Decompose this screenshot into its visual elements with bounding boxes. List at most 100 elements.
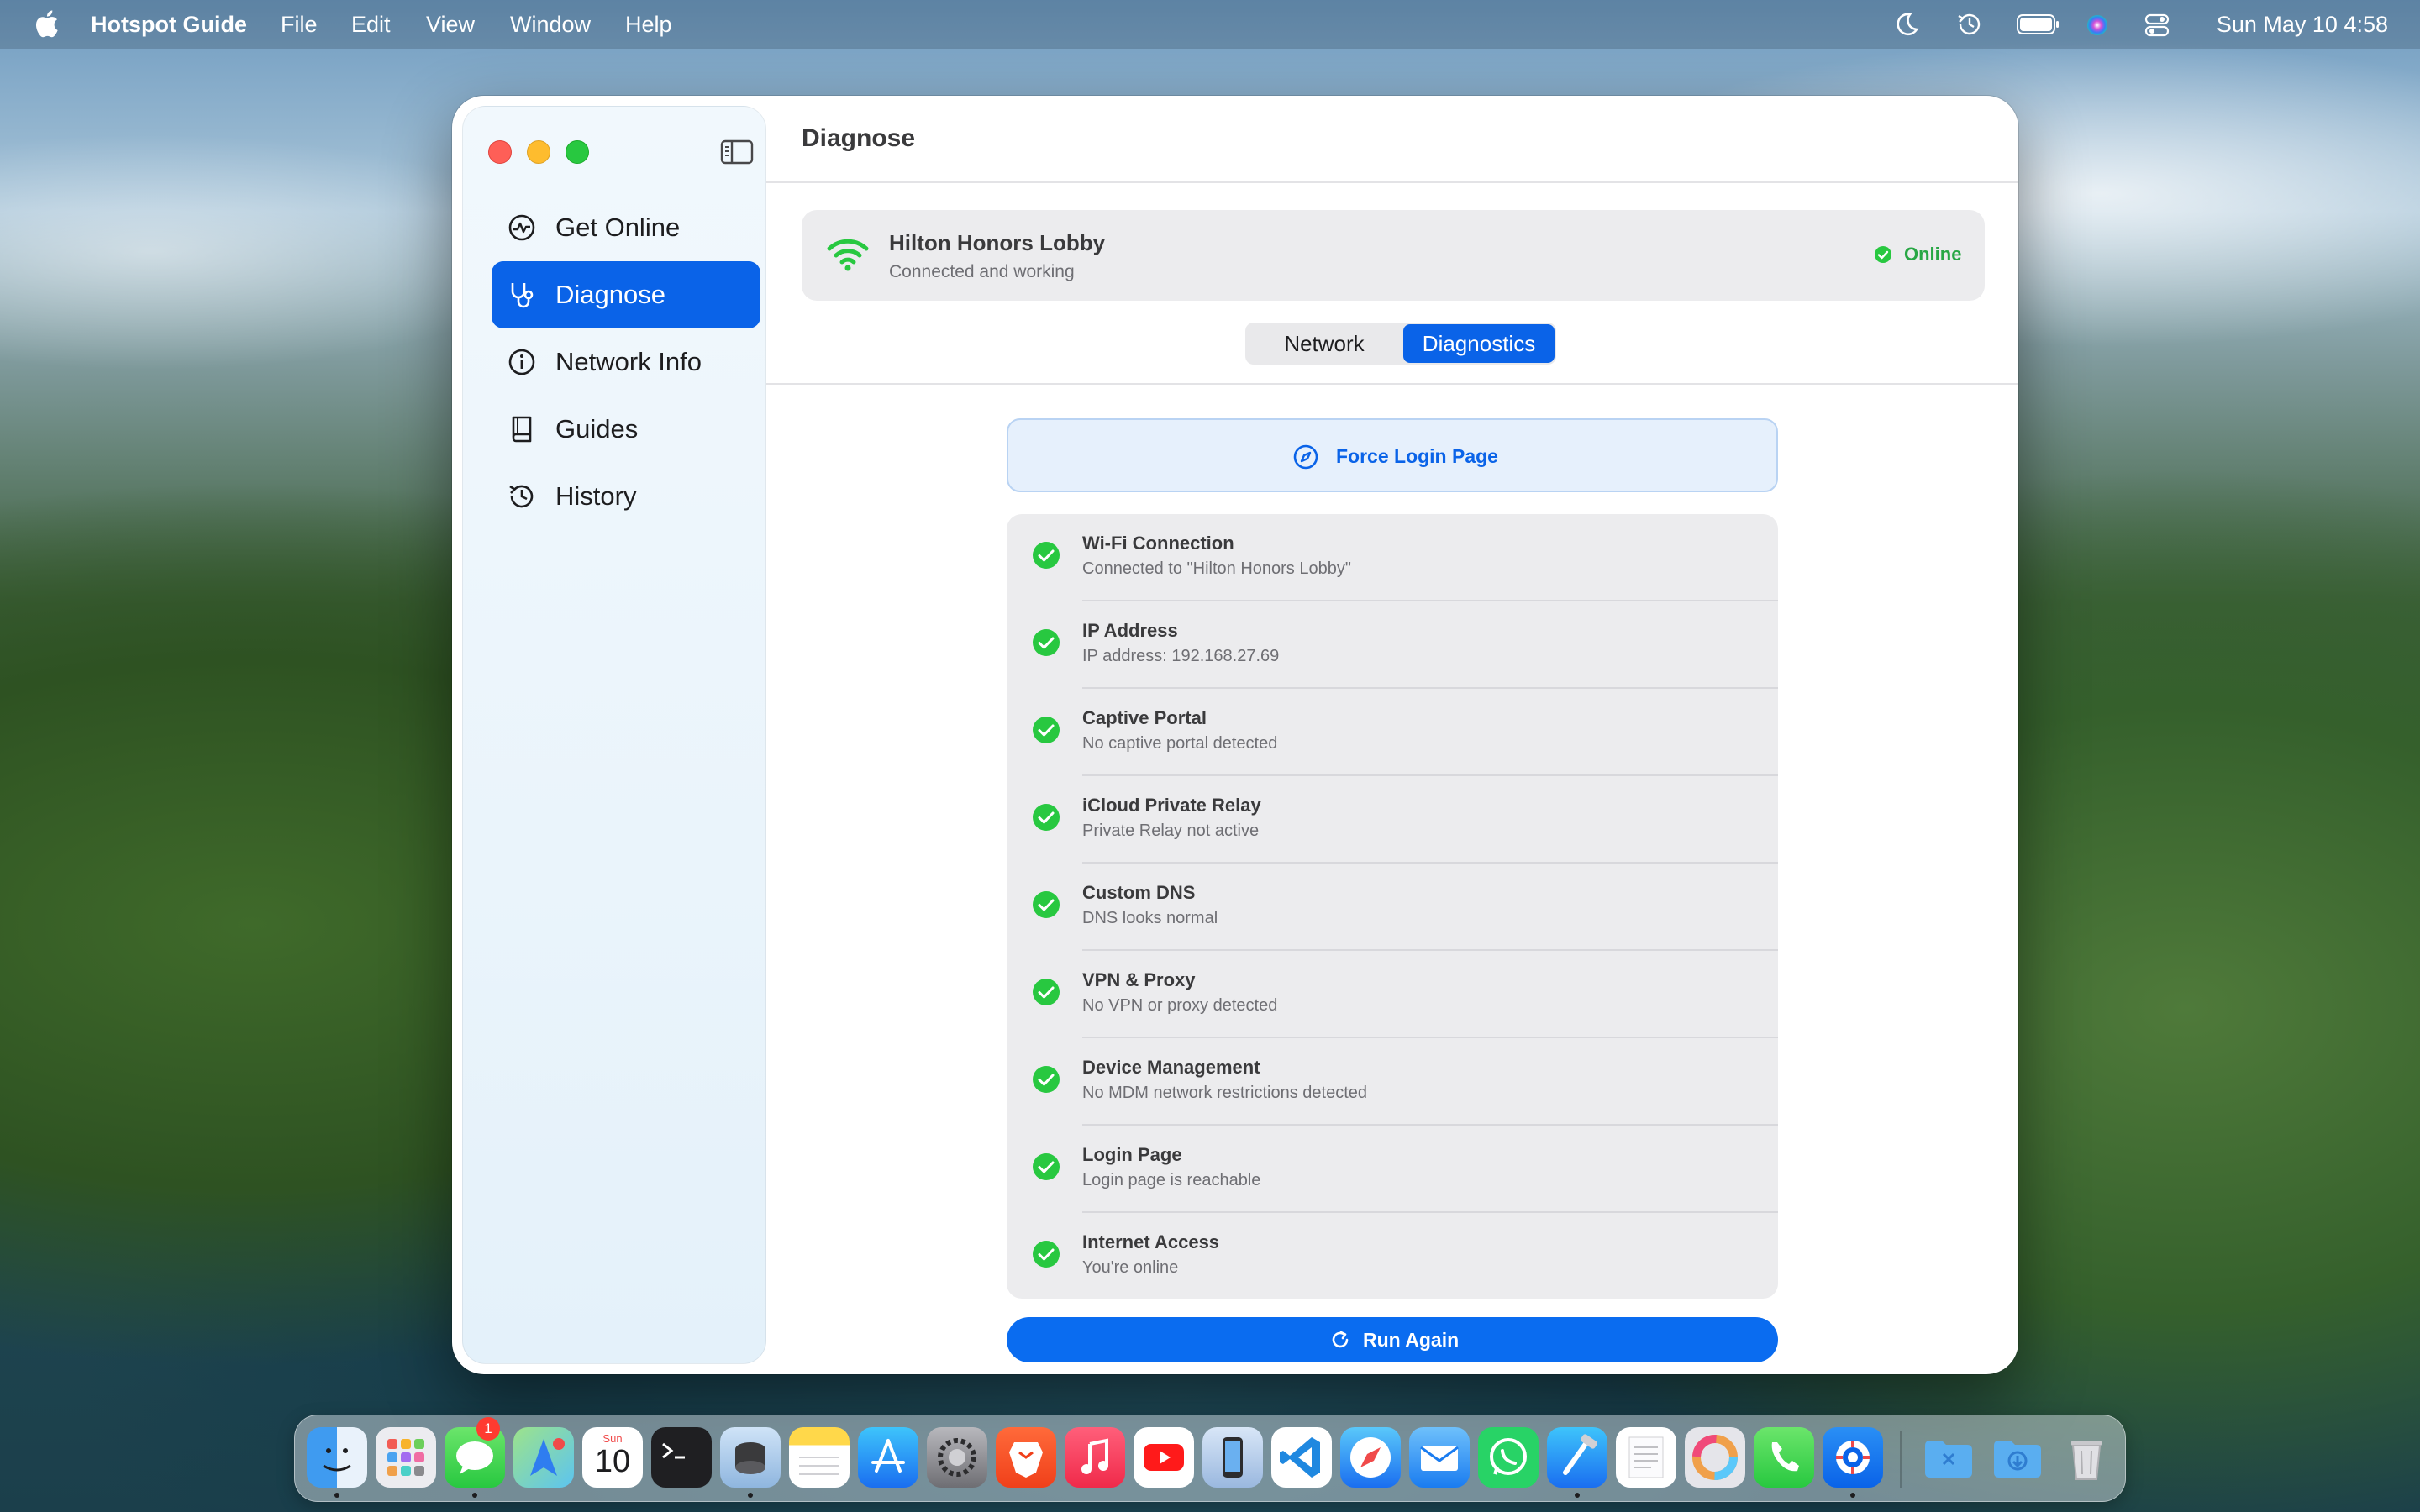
whatsapp-icon[interactable] <box>1478 1427 1539 1488</box>
menu-file[interactable]: File <box>281 12 318 38</box>
list-item: iCloud Private Relay Private Relay not a… <box>1007 776 1778 864</box>
run-again-button[interactable]: Run Again <box>1007 1317 1778 1362</box>
textedit-icon[interactable] <box>1616 1427 1676 1488</box>
terminal-icon[interactable] <box>651 1427 712 1488</box>
running-indicator <box>748 1493 753 1498</box>
check-detail: No captive portal detected <box>1082 734 1278 753</box>
check-circle-icon <box>1033 629 1060 656</box>
menu-bar: Hotspot Guide File Edit View Window Help… <box>0 0 2420 49</box>
notes-icon[interactable] <box>789 1427 850 1488</box>
brave-icon[interactable] <box>996 1427 1056 1488</box>
app-name-menu[interactable]: Hotspot Guide <box>91 12 247 38</box>
window-zoom-button[interactable] <box>566 140 589 164</box>
sidebar-item-network-info[interactable]: Network Info <box>492 328 760 396</box>
book-icon <box>512 416 532 443</box>
calendar-month: Sun <box>602 1432 623 1445</box>
moon-icon[interactable] <box>1894 12 1919 37</box>
mail-icon[interactable] <box>1409 1427 1470 1488</box>
list-item: Captive Portal No captive portal detecte… <box>1007 689 1778 776</box>
check-detail: DNS looks normal <box>1082 909 1218 927</box>
online-check-icon <box>1875 246 1891 263</box>
check-circle-icon <box>1033 1153 1060 1180</box>
tab-diagnostics[interactable]: Diagnostics <box>1403 324 1555 363</box>
siri-icon[interactable] <box>2086 13 2109 37</box>
check-circle-icon <box>1033 542 1060 569</box>
app-window: Get Online Diagnose Network Info Guides … <box>452 96 2018 1374</box>
list-item: VPN & Proxy No VPN or proxy detected <box>1007 951 1778 1038</box>
check-title: Custom DNS <box>1082 882 1196 903</box>
check-title: IP Address <box>1082 620 1178 641</box>
check-title: Device Management <box>1082 1057 1260 1078</box>
check-detail: No MDM network restrictions detected <box>1082 1084 1368 1102</box>
battery-icon[interactable] <box>2017 14 2060 34</box>
control-center-icon[interactable] <box>2144 13 2170 38</box>
music-icon[interactable] <box>1065 1427 1125 1488</box>
tabs-divider <box>766 383 2018 385</box>
check-circle-icon <box>1033 717 1060 743</box>
check-circle-icon <box>1033 891 1060 918</box>
window-close-button[interactable] <box>488 140 512 164</box>
phone-icon[interactable] <box>1754 1427 1814 1488</box>
time-machine-icon[interactable] <box>1956 12 1983 37</box>
list-item: Internet Access You're online <box>1007 1213 1778 1299</box>
messages-badge: 1 <box>476 1417 500 1441</box>
page-title: Diagnose <box>802 124 916 152</box>
sidebar-toggle-icon[interactable] <box>720 139 754 165</box>
maps-icon[interactable] <box>513 1427 574 1488</box>
window-minimize-button[interactable] <box>527 140 550 164</box>
menu-help[interactable]: Help <box>625 12 672 38</box>
check-circle-icon <box>1033 804 1060 831</box>
dock-divider <box>1900 1431 1902 1488</box>
sidebar-item-label: Get Online <box>555 213 681 242</box>
check-circle-icon <box>1033 1241 1060 1268</box>
check-circle-icon <box>1033 1066 1060 1093</box>
menu-bar-clock[interactable]: Sun May 10 4:58 <box>2217 12 2388 38</box>
check-detail: IP address: 192.168.27.69 <box>1082 647 1280 665</box>
sidebar-item-label: History <box>555 481 637 511</box>
simulator-icon[interactable] <box>1202 1427 1263 1488</box>
sidebar-item-guides[interactable]: Guides <box>492 396 760 463</box>
safari-icon[interactable] <box>1340 1427 1401 1488</box>
running-indicator <box>1850 1493 1855 1498</box>
check-detail: Private Relay not active <box>1082 822 1260 840</box>
check-title: Login Page <box>1082 1144 1182 1165</box>
folder-icon[interactable] <box>1918 1427 1979 1488</box>
tab-network[interactable]: Network <box>1249 324 1400 363</box>
check-detail: No VPN or proxy detected <box>1082 996 1278 1015</box>
apple-menu-icon[interactable] <box>34 8 59 39</box>
color-picker-icon[interactable] <box>1685 1427 1745 1488</box>
system-settings-icon[interactable] <box>927 1427 987 1488</box>
finder-icon[interactable] <box>307 1427 367 1488</box>
menu-edit[interactable]: Edit <box>351 12 391 38</box>
app-store-icon[interactable] <box>858 1427 918 1488</box>
trash-icon[interactable] <box>2056 1427 2117 1488</box>
youtube-icon[interactable] <box>1134 1427 1194 1488</box>
sidebar-item-diagnose[interactable]: Diagnose <box>492 261 760 328</box>
force-login-page-button[interactable]: Force Login Page <box>1007 418 1778 492</box>
history-icon <box>509 485 534 508</box>
check-title: VPN & Proxy <box>1082 969 1196 990</box>
downloads-folder-icon[interactable] <box>1987 1427 2048 1488</box>
diagnostic-checks-list: Wi-Fi Connection Connected to "Hilton Ho… <box>1007 514 1778 1299</box>
disk-utility-icon[interactable] <box>720 1427 781 1488</box>
check-detail: Connected to "Hilton Honors Lobby" <box>1082 559 1351 578</box>
calendar-icon[interactable]: Sun 10 <box>582 1427 643 1488</box>
check-title: Internet Access <box>1082 1231 1220 1252</box>
launchpad-icon[interactable] <box>376 1427 436 1488</box>
sidebar-item-label: Diagnose <box>555 280 666 309</box>
list-item: Custom DNS DNS looks normal <box>1007 864 1778 951</box>
vscode-icon[interactable] <box>1271 1427 1332 1488</box>
xcode-icon[interactable] <box>1547 1427 1607 1488</box>
sidebar-item-get-online[interactable]: Get Online <box>492 194 760 261</box>
wifi-icon <box>827 239 869 271</box>
menu-window[interactable]: Window <box>510 12 591 38</box>
sidebar-item-history[interactable]: History <box>492 463 760 530</box>
list-item: Device Management No MDM network restric… <box>1007 1038 1778 1126</box>
menu-view[interactable]: View <box>426 12 475 38</box>
check-detail: You're online <box>1082 1258 1179 1277</box>
run-again-label: Run Again <box>1363 1329 1460 1351</box>
refresh-icon <box>1332 1331 1349 1348</box>
hotspot-guide-icon[interactable] <box>1823 1427 1883 1488</box>
check-circle-icon <box>1033 979 1060 1005</box>
sidebar-item-label: Network Info <box>555 347 702 376</box>
